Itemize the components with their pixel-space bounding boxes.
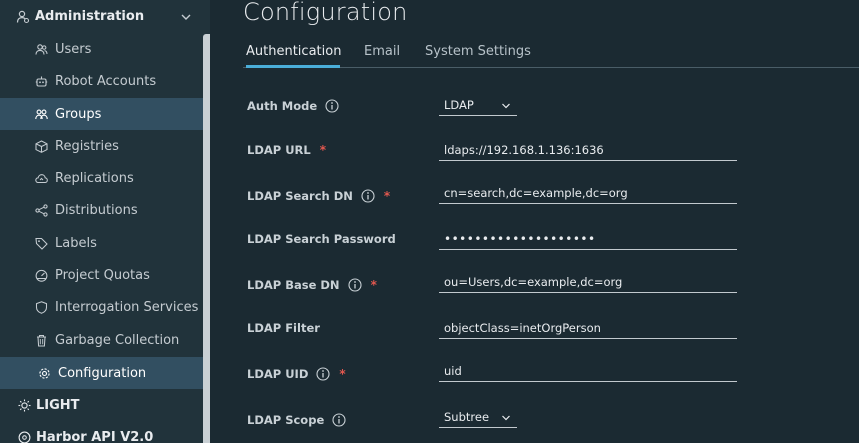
- ldap-search-password-label-text: LDAP Search Password: [247, 232, 396, 246]
- ldap-url-label-text: LDAP URL: [247, 143, 311, 157]
- share-icon: [35, 203, 48, 217]
- administration-label: Administration: [35, 9, 145, 24]
- sun-icon: [18, 399, 31, 412]
- sidebar-item-garbage-collection[interactable]: Garbage Collection: [0, 324, 203, 356]
- auth-mode-label-text: Auth Mode: [247, 99, 318, 113]
- info-icon[interactable]: [332, 413, 346, 427]
- sidebar-item-label: Robot Accounts: [55, 73, 157, 89]
- dashboard-icon: [35, 269, 48, 282]
- required-marker: *: [339, 367, 346, 381]
- sidebar-item-labels[interactable]: Labels: [0, 227, 203, 259]
- robot-icon: [35, 75, 48, 88]
- sidebar-item-distributions[interactable]: Distributions: [0, 194, 203, 226]
- required-marker: *: [319, 143, 327, 157]
- sidebar-item-label: Configuration: [58, 365, 147, 381]
- auth-mode-value: LDAP: [444, 97, 474, 112]
- sidebar-item-label: Interrogation Services: [55, 299, 199, 315]
- ldap-search-dn-input[interactable]: cn=search,dc=example,dc=org: [439, 182, 737, 204]
- harbor-api-link[interactable]: Harbor API V2.0: [0, 421, 203, 443]
- ldap-scope-value: Subtree: [444, 409, 490, 424]
- cloud-icon: [35, 172, 48, 185]
- administration-section-header[interactable]: Administration: [0, 0, 203, 33]
- sidebar: Administration Users Robot Accounts Grou…: [0, 0, 210, 443]
- info-icon[interactable]: [316, 367, 330, 381]
- sidebar-item-label: Project Quotas: [55, 267, 150, 283]
- tab-authentication[interactable]: Authentication: [246, 44, 341, 68]
- ldap-search-dn-label-text: LDAP Search DN: [247, 189, 353, 203]
- ldap-scope-label-text: LDAP Scope: [247, 413, 325, 427]
- ldap-base-dn-label-text: LDAP Base DN: [247, 278, 340, 292]
- ldap-search-password-input[interactable]: ••••••••••••••••••••: [439, 228, 737, 250]
- sidebar-item-label: Garbage Collection: [55, 332, 180, 348]
- sidebar-item-label: Registries: [55, 138, 119, 154]
- ldap-filter-input[interactable]: objectClass=inetOrgPerson: [439, 317, 737, 339]
- info-icon[interactable]: [325, 99, 339, 113]
- admin-users-icon: [16, 10, 30, 24]
- auth-mode-select[interactable]: LDAP: [439, 94, 517, 116]
- sidebar-item-replications[interactable]: Replications: [0, 162, 203, 194]
- sidebar-item-interrogation-services[interactable]: Interrogation Services: [0, 291, 203, 323]
- ldap-filter-label: LDAP Filter: [247, 321, 320, 335]
- sidebar-item-groups[interactable]: Groups: [0, 98, 203, 130]
- ldap-scope-label: LDAP Scope: [247, 413, 346, 427]
- trash-icon: [35, 334, 48, 347]
- sidebar-item-label: Users: [55, 41, 92, 57]
- sidebar-item-registries[interactable]: Registries: [0, 130, 203, 162]
- ldap-url-input[interactable]: ldaps://192.168.1.136:1636: [439, 139, 737, 161]
- required-marker: *: [383, 189, 391, 203]
- sidebar-item-project-quotas[interactable]: Project Quotas: [0, 259, 203, 291]
- tag-icon: [35, 237, 48, 250]
- groups-icon: [35, 108, 48, 121]
- sidebar-scrollbar[interactable]: [203, 34, 210, 443]
- sidebar-item-label: Labels: [55, 235, 97, 251]
- page-title: Configuration: [243, 0, 408, 26]
- ldap-filter-label-text: LDAP Filter: [247, 321, 320, 335]
- auth-mode-label: Auth Mode: [247, 99, 339, 113]
- ldap-uid-label-text: LDAP UID: [247, 367, 309, 381]
- required-marker: *: [370, 278, 377, 292]
- gear-icon: [38, 367, 51, 380]
- api-icon: [18, 431, 31, 443]
- chevron-down-icon: [501, 100, 511, 110]
- sidebar-item-label: Distributions: [55, 202, 138, 218]
- ldap-uid-input[interactable]: uid: [439, 360, 737, 382]
- ldap-uid-label: LDAP UID *: [247, 367, 346, 381]
- chevron-down-icon: [501, 412, 511, 422]
- main-content: Configuration Authentication Email Syste…: [210, 0, 859, 443]
- tab-email[interactable]: Email: [364, 44, 400, 68]
- ldap-base-dn-input[interactable]: ou=Users,dc=example,dc=org: [439, 271, 737, 293]
- sidebar-item-label: Replications: [55, 170, 134, 186]
- tab-bar: Authentication Email System Settings: [243, 38, 859, 68]
- sidebar-item-configuration[interactable]: Configuration: [0, 357, 203, 389]
- ldap-search-dn-label: LDAP Search DN *: [247, 189, 390, 203]
- sidebar-item-users[interactable]: Users: [0, 33, 203, 65]
- ldap-scope-select[interactable]: Subtree: [439, 406, 517, 428]
- api-label: Harbor API V2.0: [36, 429, 154, 443]
- sidebar-item-label: Groups: [55, 106, 102, 122]
- ldap-url-label: LDAP URL *: [247, 143, 326, 157]
- theme-label: LIGHT: [36, 397, 80, 413]
- chevron-down-icon[interactable]: [180, 11, 192, 23]
- ldap-search-password-label: LDAP Search Password: [247, 232, 396, 246]
- tab-system-settings[interactable]: System Settings: [425, 44, 531, 68]
- ldap-base-dn-label: LDAP Base DN *: [247, 278, 377, 292]
- cube-icon: [35, 139, 48, 153]
- info-icon[interactable]: [348, 278, 362, 292]
- sidebar-item-robot-accounts[interactable]: Robot Accounts: [0, 65, 203, 97]
- shield-icon: [35, 300, 48, 314]
- info-icon[interactable]: [361, 189, 375, 203]
- users-icon: [35, 43, 48, 56]
- theme-toggle[interactable]: LIGHT: [0, 389, 203, 421]
